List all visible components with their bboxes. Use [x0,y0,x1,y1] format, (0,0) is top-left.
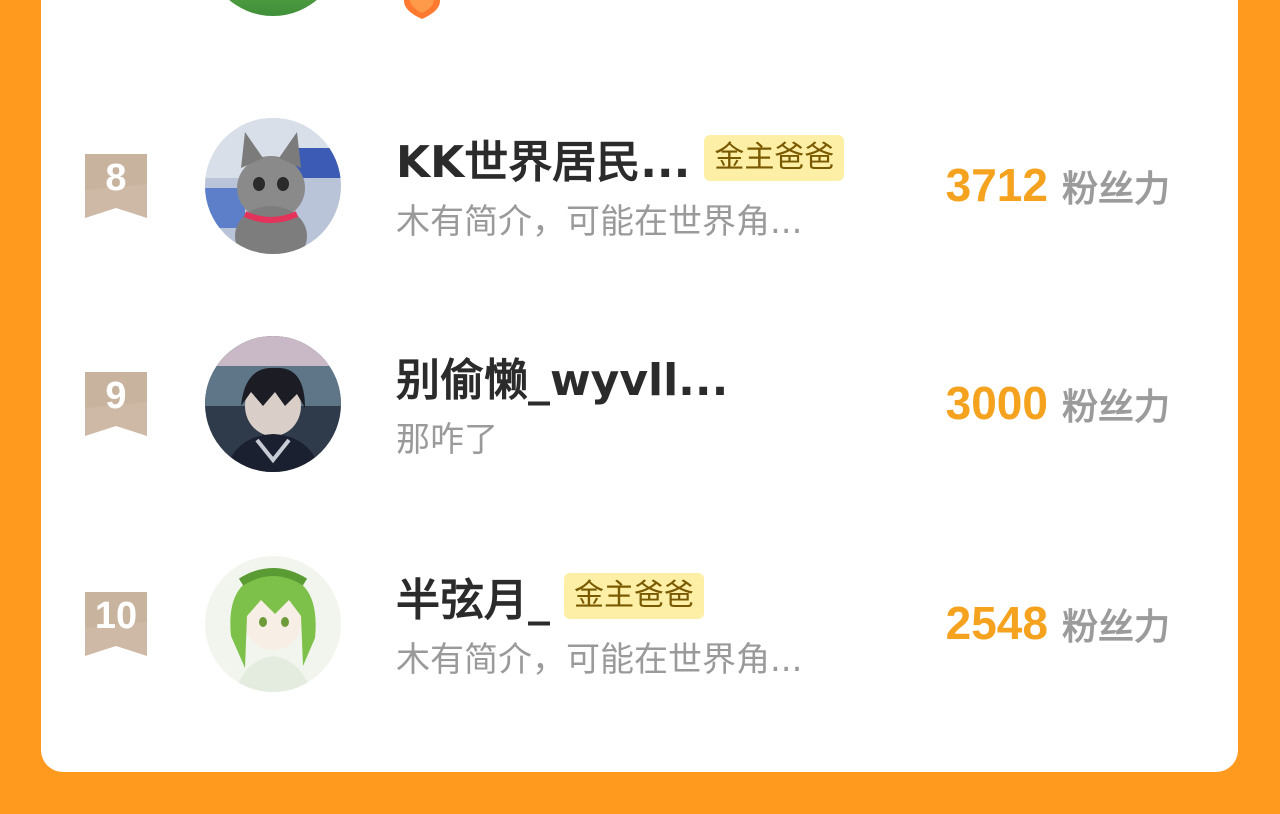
green-hair-avatar-icon[interactable] [205,556,341,692]
fans-label: 粉丝力 [1061,387,1170,428]
user-bio: 那咋了 [396,420,498,460]
user-bio: 木有简介，可能在世界角... [396,202,803,242]
kitten-avatar-icon[interactable] [205,118,341,254]
name-line: 半弦月_ 金主爸爸 [396,568,704,626]
user-name[interactable]: KK世界居民... [396,126,690,190]
fans-score: 3000 粉丝力 [946,376,1170,430]
fans-value: 3000 [945,377,1048,429]
fans-score: 2548 粉丝力 [946,596,1170,650]
sponsor-tag: 金主爸爸 [704,135,845,181]
sponsor-tag: 金主爸爸 [564,573,704,619]
anime-boy-avatar-icon[interactable] [205,336,341,472]
fans-score: 3712 粉丝力 [946,158,1170,212]
fans-value: 3712 [945,159,1048,211]
fans-value: 2548 [945,597,1048,649]
list-item[interactable]: 10 半弦月_ 金主爸爸 木有简介，可能在世界角... 2548 粉丝力 [41,556,1238,696]
fans-label: 粉丝力 [1061,169,1170,210]
name-line: 别偷懒_wyvll... [396,348,728,406]
name-line: KK世界居民... 金主爸爸 [396,130,845,188]
rank-badge: 8 [85,154,147,218]
rank-badge: 9 [85,372,147,436]
partial-avatar[interactable] [205,0,341,16]
leaderboard-card: 8 KK世界居民... 金主爸爸 木有简介，可能在世界角... 3712 粉丝力… [41,0,1238,772]
user-name[interactable]: 别偷懒_wyvll... [396,344,728,408]
list-item[interactable]: 8 KK世界居民... 金主爸爸 木有简介，可能在世界角... 3712 粉丝力 [41,118,1238,258]
user-bio: 木有简介，可能在世界角... [396,640,803,680]
user-name[interactable]: 半弦月_ [396,564,550,628]
list-item[interactable]: 9 别偷懒_wyvll... 那咋了 3000 粉丝力 [41,336,1238,476]
partial-rank-badge-icon [404,0,440,19]
rank-number: 8 [105,157,127,199]
rank-badge: 10 [85,592,147,656]
rank-number: 9 [105,375,127,417]
fans-label: 粉丝力 [1061,607,1170,648]
rank-number: 10 [94,595,138,637]
